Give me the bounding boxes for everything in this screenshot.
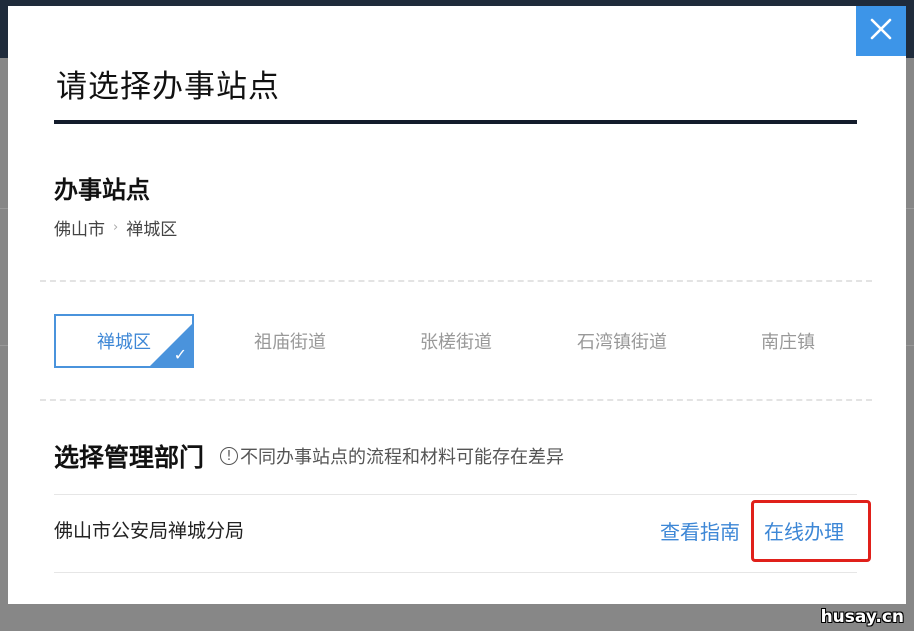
dialog-title: 请选择办事站点 xyxy=(56,69,280,105)
view-guide-link[interactable]: 查看指南 xyxy=(660,516,740,545)
site-select-dialog: 请选择办事站点 办事站点 佛山市 › 禅城区 禅城区 ✓ 祖庙街道 张槎街道 石… xyxy=(8,6,906,604)
tab-nanzhuang[interactable]: 南庄镇 xyxy=(718,314,858,368)
apply-online-link[interactable]: 在线办理 xyxy=(764,516,844,545)
tab-label: 张槎街道 xyxy=(420,332,492,353)
breadcrumb-item-city[interactable]: 佛山市 xyxy=(54,215,105,240)
checkmark-icon: ✓ xyxy=(173,345,187,364)
tab-chancheng[interactable]: 禅城区 ✓ xyxy=(54,314,194,368)
dashed-divider xyxy=(40,280,872,282)
dashed-divider xyxy=(40,399,872,401)
breadcrumb: 佛山市 › 禅城区 xyxy=(54,215,177,240)
watermark: husay.cn xyxy=(820,607,904,627)
tab-label: 南庄镇 xyxy=(761,332,815,353)
department-header: 选择管理部门 ! 不同办事站点的流程和材料可能存在差异 xyxy=(54,438,564,474)
close-icon xyxy=(870,18,892,44)
breadcrumb-item-district[interactable]: 禅城区 xyxy=(126,215,177,240)
close-button[interactable] xyxy=(856,6,906,56)
tab-label: 石湾镇街道 xyxy=(577,332,667,353)
title-underline xyxy=(54,120,857,124)
tab-zhangcha[interactable]: 张槎街道 xyxy=(386,314,526,368)
department-name: 佛山市公安局禅城分局 xyxy=(54,520,245,542)
tab-label: 祖庙街道 xyxy=(254,332,326,353)
department-note: 不同办事站点的流程和材料可能存在差异 xyxy=(240,447,565,468)
tab-label: 禅城区 xyxy=(97,332,151,353)
row-divider xyxy=(54,494,857,495)
chevron-right-icon: › xyxy=(113,220,119,235)
site-tabs: 禅城区 ✓ 祖庙街道 张槎街道 石湾镇街道 南庄镇 xyxy=(54,314,857,368)
row-divider xyxy=(54,572,857,573)
department-heading: 选择管理部门 xyxy=(54,443,205,472)
tab-shiwan[interactable]: 石湾镇街道 xyxy=(552,314,692,368)
tab-zumiao[interactable]: 祖庙街道 xyxy=(220,314,360,368)
info-icon: ! xyxy=(220,447,239,465)
site-heading: 办事站点 xyxy=(54,176,150,204)
